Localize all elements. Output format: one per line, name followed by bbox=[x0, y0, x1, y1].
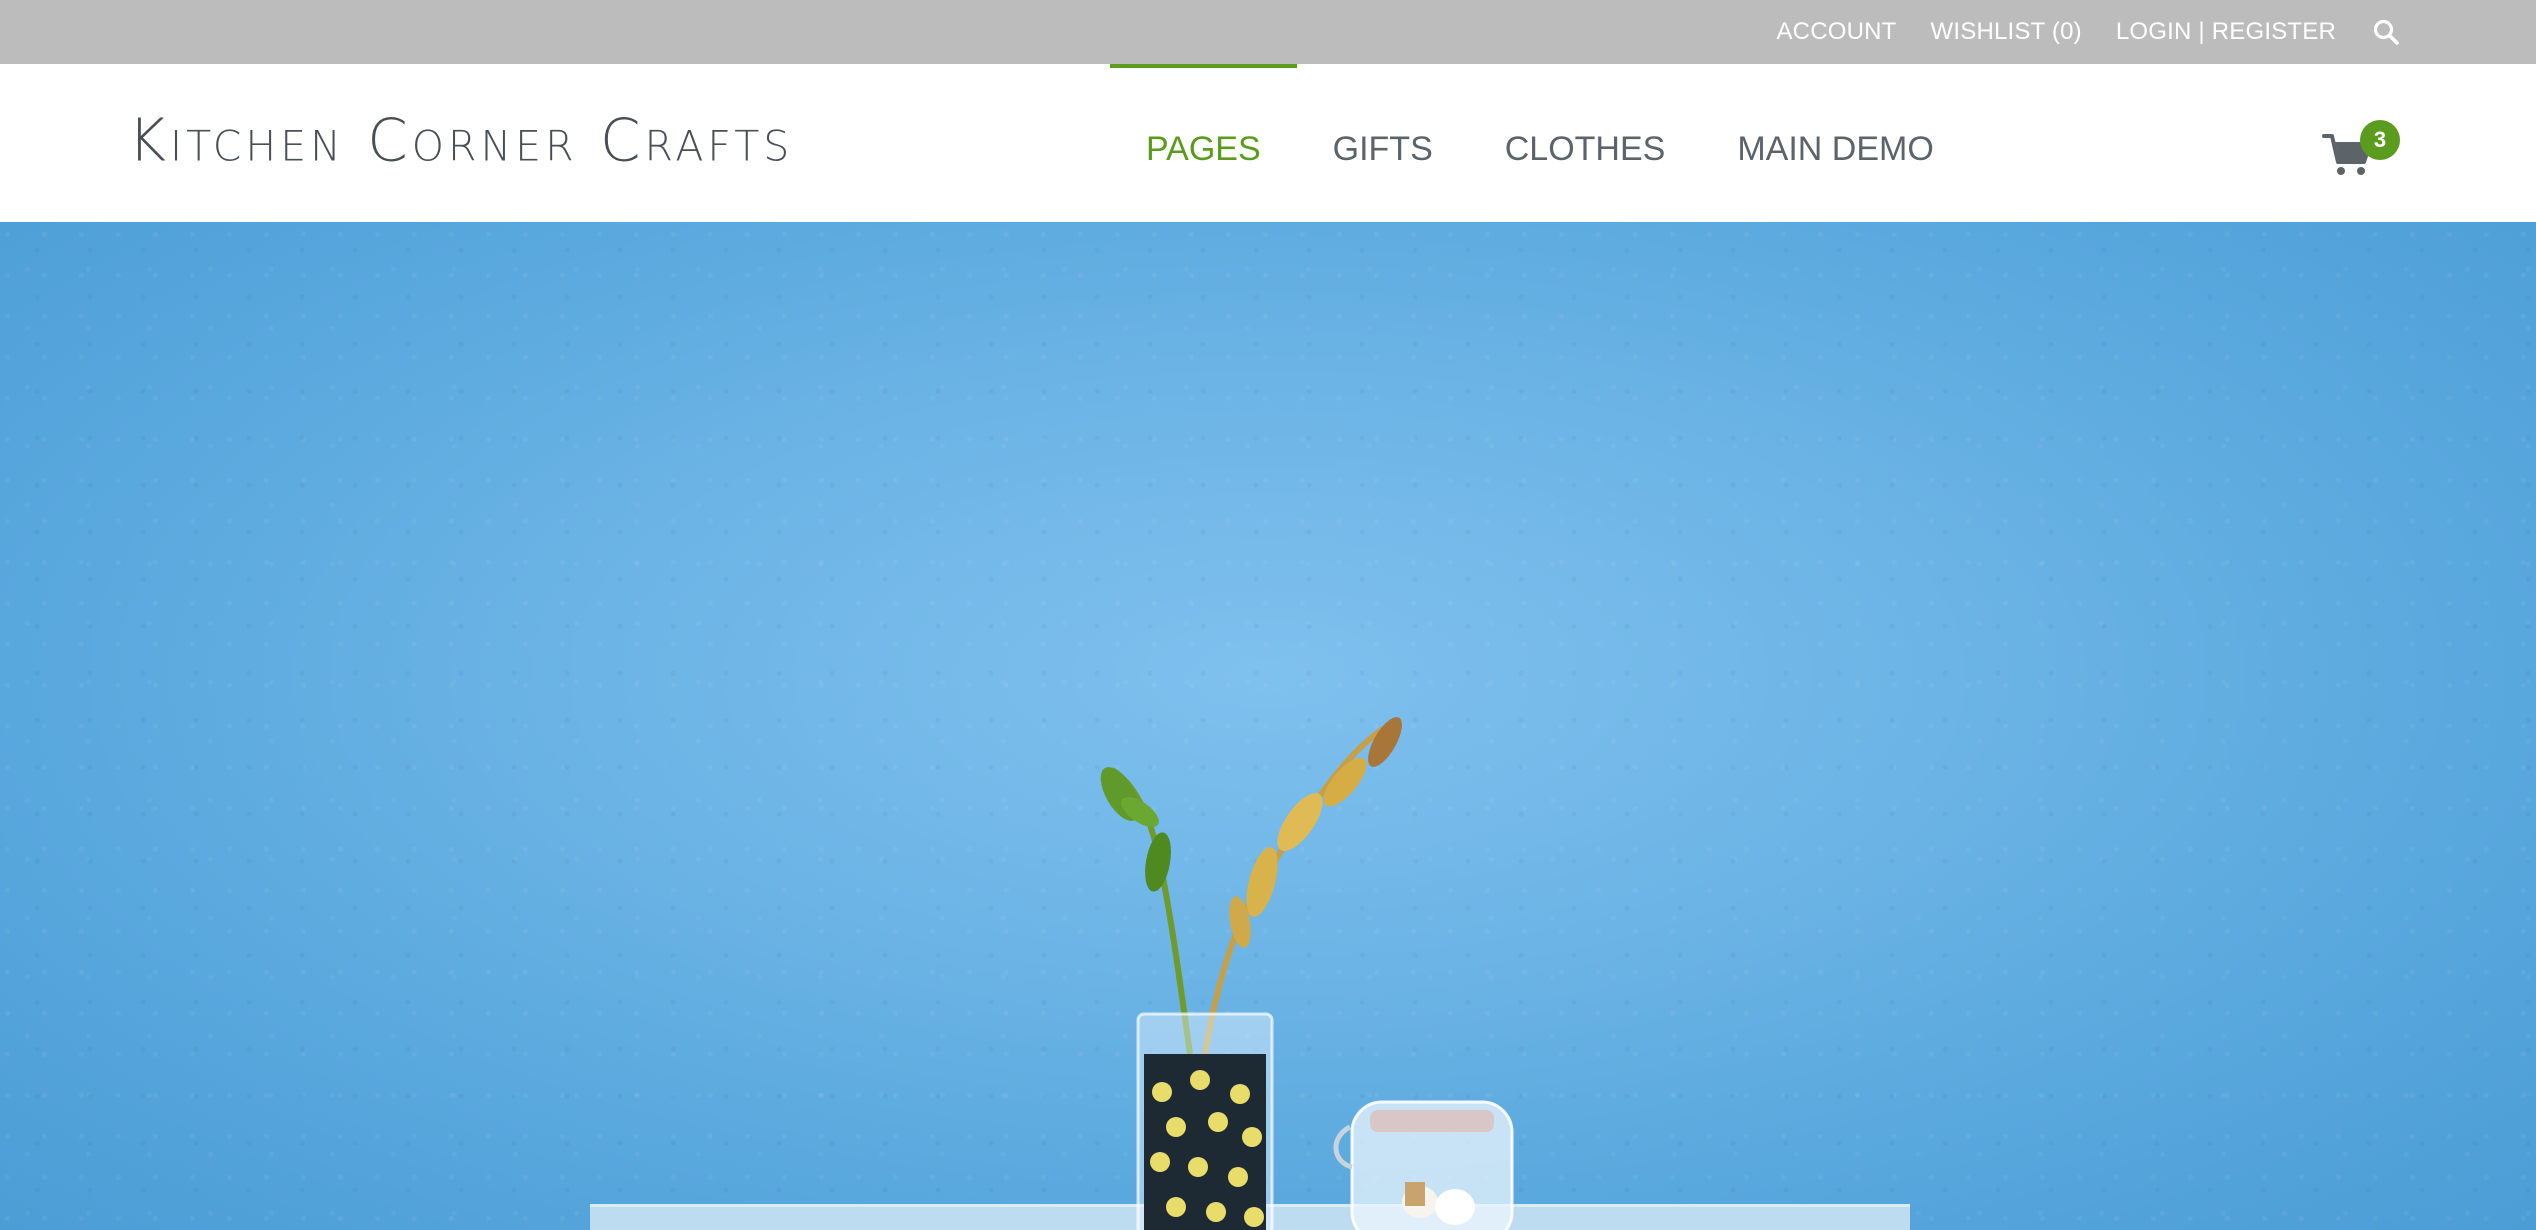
hero-banner bbox=[0, 222, 2536, 1230]
login-register-link[interactable]: LOGIN | REGISTER bbox=[2116, 18, 2336, 46]
hero-still-life-illustration bbox=[1100, 717, 1514, 1230]
search-icon[interactable] bbox=[2372, 18, 2400, 46]
topbar-links: ACCOUNT WISHLIST (0) LOGIN | REGISTER bbox=[1776, 0, 2400, 64]
site-logo[interactable]: Kitchen Corner Crafts bbox=[128, 105, 793, 174]
account-link[interactable]: ACCOUNT bbox=[1776, 18, 1896, 46]
nav-item-gifts[interactable]: GIFTS bbox=[1297, 64, 1469, 222]
main-nav: PAGES GIFTS CLOTHES MAIN DEMO bbox=[1110, 64, 1970, 222]
site-header: Kitchen Corner Crafts PAGES GIFTS CLOTHE… bbox=[0, 64, 2536, 222]
nav-item-pages[interactable]: PAGES bbox=[1110, 64, 1297, 222]
nav-item-main-demo[interactable]: MAIN DEMO bbox=[1701, 64, 1969, 222]
cart-button[interactable]: 3 bbox=[2322, 120, 2402, 190]
cart-count-badge: 3 bbox=[2360, 120, 2400, 160]
nav-item-clothes[interactable]: CLOTHES bbox=[1469, 64, 1702, 222]
top-utility-bar: ACCOUNT WISHLIST (0) LOGIN | REGISTER bbox=[0, 0, 2536, 64]
wishlist-link[interactable]: WISHLIST (0) bbox=[1931, 18, 2082, 46]
